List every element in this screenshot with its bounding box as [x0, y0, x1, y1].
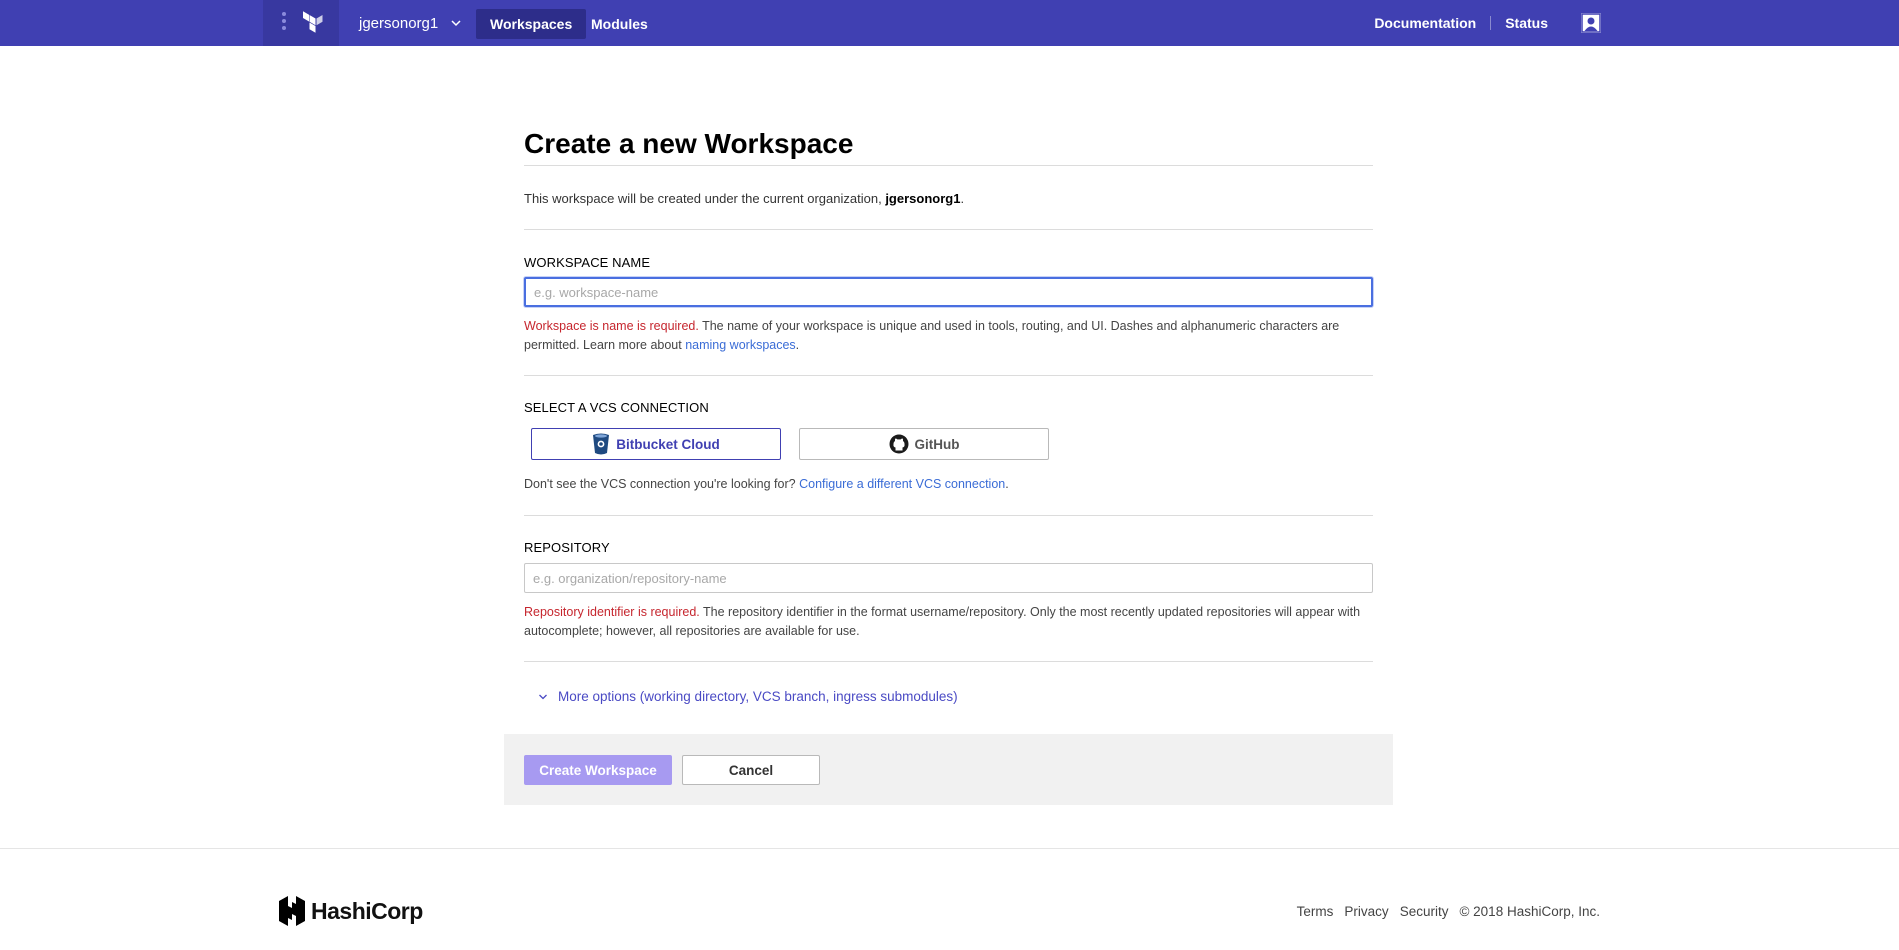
intro-text: This workspace will be created under the… — [524, 191, 964, 206]
nav-tab-workspaces[interactable]: Workspaces — [476, 9, 587, 39]
page-title: Create a new Workspace — [524, 128, 854, 159]
footer-copyright: © 2018 HashiCorp, Inc. — [1459, 904, 1600, 919]
configure-vcs-link[interactable]: Configure a different VCS connection — [799, 477, 1005, 491]
chevron-down-icon — [539, 694, 547, 699]
repository-input[interactable] — [524, 563, 1373, 593]
intro-suffix: . — [960, 191, 965, 206]
vcs-help: Don't see the VCS connection you're look… — [524, 475, 1374, 494]
nav-link-documentation[interactable]: Documentation — [1374, 15, 1476, 31]
footer-links: Terms Privacy Security © 2018 HashiCorp,… — [1286, 904, 1600, 919]
org-switcher-label: jgersonorg1 — [359, 14, 439, 32]
more-options-toggle[interactable]: More options (working directory, VCS bra… — [538, 689, 958, 704]
vcs-option-bitbucket-button[interactable]: Bitbucket Cloud — [531, 428, 781, 460]
github-icon — [889, 434, 908, 454]
user-avatar-icon[interactable] — [1581, 13, 1601, 33]
workspace-name-label: WORKSPACE NAME — [524, 255, 651, 270]
divider — [524, 661, 1373, 662]
form-actions: Create Workspace Cancel — [504, 734, 1393, 805]
workspace-name-help-end: . — [795, 338, 800, 352]
repository-error: Repository identifier is required. — [524, 605, 700, 619]
vcs-option-github-button[interactable]: GitHub — [799, 428, 1049, 460]
vcs-connection-label: SELECT A VCS CONNECTION — [524, 400, 709, 415]
brand-area — [263, 0, 339, 46]
footer-logo[interactable]: HashiCorp — [277, 895, 423, 927]
nav-inner: jgersonorg1 Workspaces Modules Documenta… — [263, 0, 1620, 46]
footer-link-privacy[interactable]: Privacy — [1344, 904, 1388, 919]
more-options-label: More options (working directory, VCS bra… — [558, 689, 958, 704]
org-switcher[interactable]: jgersonorg1 — [359, 0, 462, 46]
divider — [524, 165, 1373, 166]
vcs-option-label: GitHub — [914, 436, 960, 452]
chevron-down-icon — [451, 20, 461, 27]
workspace-name-help: Workspace is name is required. The name … — [524, 317, 1374, 355]
divider — [524, 515, 1373, 516]
naming-workspaces-link[interactable]: naming workspaces — [685, 338, 795, 352]
vcs-option-label: Bitbucket Cloud — [616, 436, 720, 452]
nav-divider — [1490, 16, 1492, 30]
intro-prefix: This workspace will be created under the… — [524, 191, 882, 206]
nav-tab-modules[interactable]: Modules — [577, 9, 662, 39]
footer-divider — [0, 848, 1899, 849]
create-workspace-button[interactable]: Create Workspace — [524, 755, 672, 785]
footer-brand-name: HashiCorp — [311, 897, 423, 924]
vcs-help-end: . — [1005, 477, 1009, 491]
vcs-help-text: Don't see the VCS connection you're look… — [524, 477, 796, 491]
footer-link-terms[interactable]: Terms — [1297, 904, 1334, 919]
repository-label: REPOSITORY — [524, 540, 610, 555]
workspace-name-input[interactable] — [524, 277, 1373, 307]
kebab-menu-icon[interactable] — [281, 12, 287, 34]
cancel-button[interactable]: Cancel — [682, 755, 820, 785]
repository-help: Repository identifier is required. The r… — [524, 603, 1374, 641]
hashicorp-logo-icon — [279, 896, 305, 926]
divider — [524, 375, 1373, 376]
divider — [524, 229, 1373, 230]
bitbucket-icon — [593, 433, 610, 455]
top-nav: jgersonorg1 Workspaces Modules Documenta… — [0, 0, 1899, 46]
intro-org-name: jgersonorg1 — [885, 191, 961, 206]
terraform-logo-icon[interactable] — [301, 11, 325, 35]
footer-link-security[interactable]: Security — [1400, 904, 1449, 919]
nav-link-status[interactable]: Status — [1505, 15, 1548, 31]
nav-right: Documentation Status — [1374, 0, 1620, 46]
workspace-name-error: Workspace is name is required. — [524, 319, 699, 333]
